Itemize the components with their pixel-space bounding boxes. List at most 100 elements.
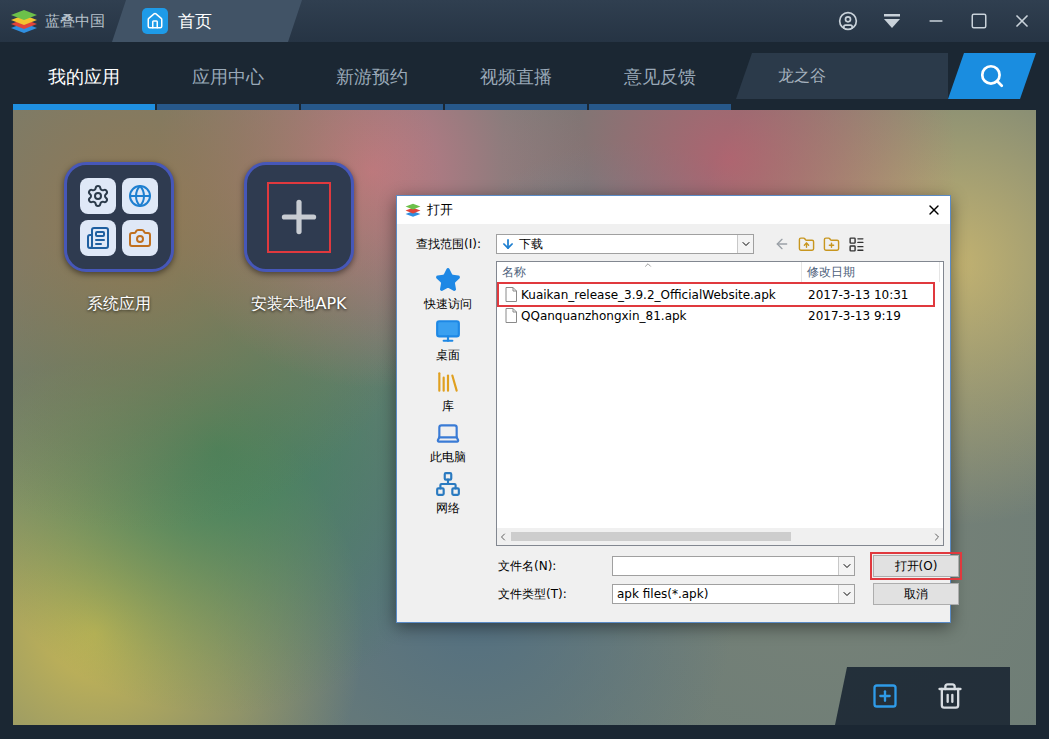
download-icon xyxy=(501,237,515,251)
nav-bar: 我的应用应用中心新游预约视频直播意见反馈龙之谷 xyxy=(0,42,1049,110)
camera-tile xyxy=(122,220,158,256)
scroll-thumb[interactable] xyxy=(511,532,791,541)
annotation-box xyxy=(267,182,331,253)
brand: 蓝叠中国 xyxy=(0,9,112,33)
nav-tab[interactable]: 意见反馈 xyxy=(589,42,731,110)
look-in-row: 查找范围(I):下载 xyxy=(397,224,950,255)
bluestacks-window: 蓝叠中国首页我的应用应用中心新游预约视频直播意见反馈龙之谷系统应用 安装本地APK… xyxy=(0,0,1049,739)
house-icon xyxy=(146,12,164,30)
nav-tab[interactable]: 我的应用 xyxy=(13,42,155,110)
sort-icon xyxy=(643,260,653,270)
search-button[interactable] xyxy=(948,53,1036,99)
column-header[interactable]: 名称 xyxy=(497,262,802,282)
app-tile xyxy=(64,162,174,272)
filename-field[interactable] xyxy=(612,556,855,576)
window-tab[interactable]: 首页 xyxy=(112,0,302,42)
bluestacks-logo-icon xyxy=(10,9,38,33)
brand-name: 蓝叠中国 xyxy=(45,12,105,31)
file-icon xyxy=(505,287,517,302)
up-folder-icon[interactable] xyxy=(798,236,815,253)
combo-arrow xyxy=(838,585,854,603)
app-label: 系统应用 xyxy=(87,294,151,315)
home-stage: 系统应用安装本地APK打开查找范围(I):下载快速访问桌面库此电脑网络名称修改日… xyxy=(13,110,1036,725)
file-row[interactable]: Kuaikan_release_3.9.2_OfficialWebsite.ap… xyxy=(499,284,933,305)
maximize-icon[interactable] xyxy=(970,12,988,30)
dialog-toolbar xyxy=(774,236,865,253)
menu-dropdown-icon[interactable] xyxy=(882,11,902,31)
library-icon xyxy=(435,369,461,395)
file-date: 2017-3-13 9:19 xyxy=(802,309,901,323)
newspaper-icon xyxy=(86,226,110,250)
look-in-label: 查找范围(I): xyxy=(416,236,496,253)
horizontal-scrollbar[interactable] xyxy=(497,528,943,545)
chevron-down-icon xyxy=(841,588,853,600)
places-sidebar: 快速访问桌面库此电脑网络 xyxy=(408,261,488,546)
place-item[interactable]: 桌面 xyxy=(408,315,488,366)
filetype-combo[interactable]: apk files(*.apk) xyxy=(612,584,855,604)
app-label: 安装本地APK xyxy=(251,294,346,315)
globe-icon xyxy=(128,184,152,208)
browser-tile xyxy=(122,178,158,214)
file-list-header: 名称修改日期 xyxy=(497,262,943,282)
computer-icon xyxy=(435,420,461,446)
dialog-title-bar: 打开 xyxy=(397,196,950,224)
file-date: 2017-3-13 10:31 xyxy=(802,288,909,302)
account-icon[interactable] xyxy=(838,11,858,31)
dialog-title: 打开 xyxy=(427,201,453,219)
look-in-combo[interactable]: 下载 xyxy=(496,234,754,254)
file-list: 名称修改日期Kuaikan_release_3.9.2_OfficialWebs… xyxy=(496,261,944,546)
add-app-button[interactable] xyxy=(871,682,899,710)
new-folder-icon[interactable] xyxy=(823,236,840,253)
nav-tab[interactable]: 应用中心 xyxy=(157,42,299,110)
trash-icon xyxy=(936,682,964,710)
news-tile xyxy=(80,220,116,256)
place-item[interactable]: 库 xyxy=(408,366,488,417)
file-icon xyxy=(505,308,517,323)
add-icon xyxy=(871,682,899,710)
filename-label: 文件名(N): xyxy=(498,558,594,575)
combo-arrow xyxy=(838,557,854,575)
column-header[interactable]: 修改日期 xyxy=(802,262,940,282)
star-icon xyxy=(435,267,461,293)
place-item[interactable]: 快速访问 xyxy=(408,264,488,315)
open-dialog: 打开查找范围(I):下载快速访问桌面库此电脑网络名称修改日期Kuaikan_re… xyxy=(396,195,951,623)
minimize-icon[interactable] xyxy=(926,11,946,31)
nav-tab[interactable]: 新游预约 xyxy=(301,42,443,110)
camera-icon xyxy=(128,226,152,250)
place-item[interactable]: 网络 xyxy=(408,468,488,519)
plus-icon xyxy=(274,192,324,242)
chevron-down-icon xyxy=(740,238,752,250)
dialog-form: 文件名(N):打开(O)文件类型(T):apk files(*.apk)取消 xyxy=(397,546,950,605)
combo-arrow xyxy=(737,235,753,253)
cancel-button[interactable]: 取消 xyxy=(873,583,959,605)
network-icon xyxy=(435,471,461,497)
chevron-down-icon xyxy=(841,560,853,572)
file-row[interactable]: QQanquanzhongxin_81.apk2017-3-13 9:19 xyxy=(499,305,933,326)
app-item[interactable]: 系统应用 xyxy=(64,162,174,315)
file-rows: Kuaikan_release_3.9.2_OfficialWebsite.ap… xyxy=(497,282,943,528)
bottom-toolbar xyxy=(835,667,1010,725)
open-button[interactable]: 打开(O) xyxy=(873,555,959,577)
app-tile xyxy=(244,162,354,272)
home-icon xyxy=(142,8,168,34)
search-icon xyxy=(979,63,1005,89)
close-icon xyxy=(926,202,942,218)
close-icon[interactable] xyxy=(1012,11,1032,31)
scroll-right-icon[interactable] xyxy=(931,531,943,543)
dialog-close-button[interactable] xyxy=(926,202,942,218)
filetype-label: 文件类型(T): xyxy=(498,586,594,603)
view-menu-icon[interactable] xyxy=(848,236,865,253)
search-field[interactable]: 龙之谷 xyxy=(736,53,948,99)
dialog-body: 快速访问桌面库此电脑网络名称修改日期Kuaikan_release_3.9.2_… xyxy=(397,261,950,546)
scroll-left-icon[interactable] xyxy=(497,531,509,543)
app-item[interactable]: 安装本地APK xyxy=(244,162,354,315)
window-controls xyxy=(838,11,1049,31)
settings-tile xyxy=(80,178,116,214)
back-icon[interactable] xyxy=(774,236,790,252)
search-box: 龙之谷 xyxy=(736,53,1036,99)
place-item[interactable]: 此电脑 xyxy=(408,417,488,468)
file-name: QQanquanzhongxin_81.apk xyxy=(499,308,802,323)
gear-icon xyxy=(86,184,110,208)
nav-tab[interactable]: 视频直播 xyxy=(445,42,587,110)
delete-button[interactable] xyxy=(936,682,964,710)
